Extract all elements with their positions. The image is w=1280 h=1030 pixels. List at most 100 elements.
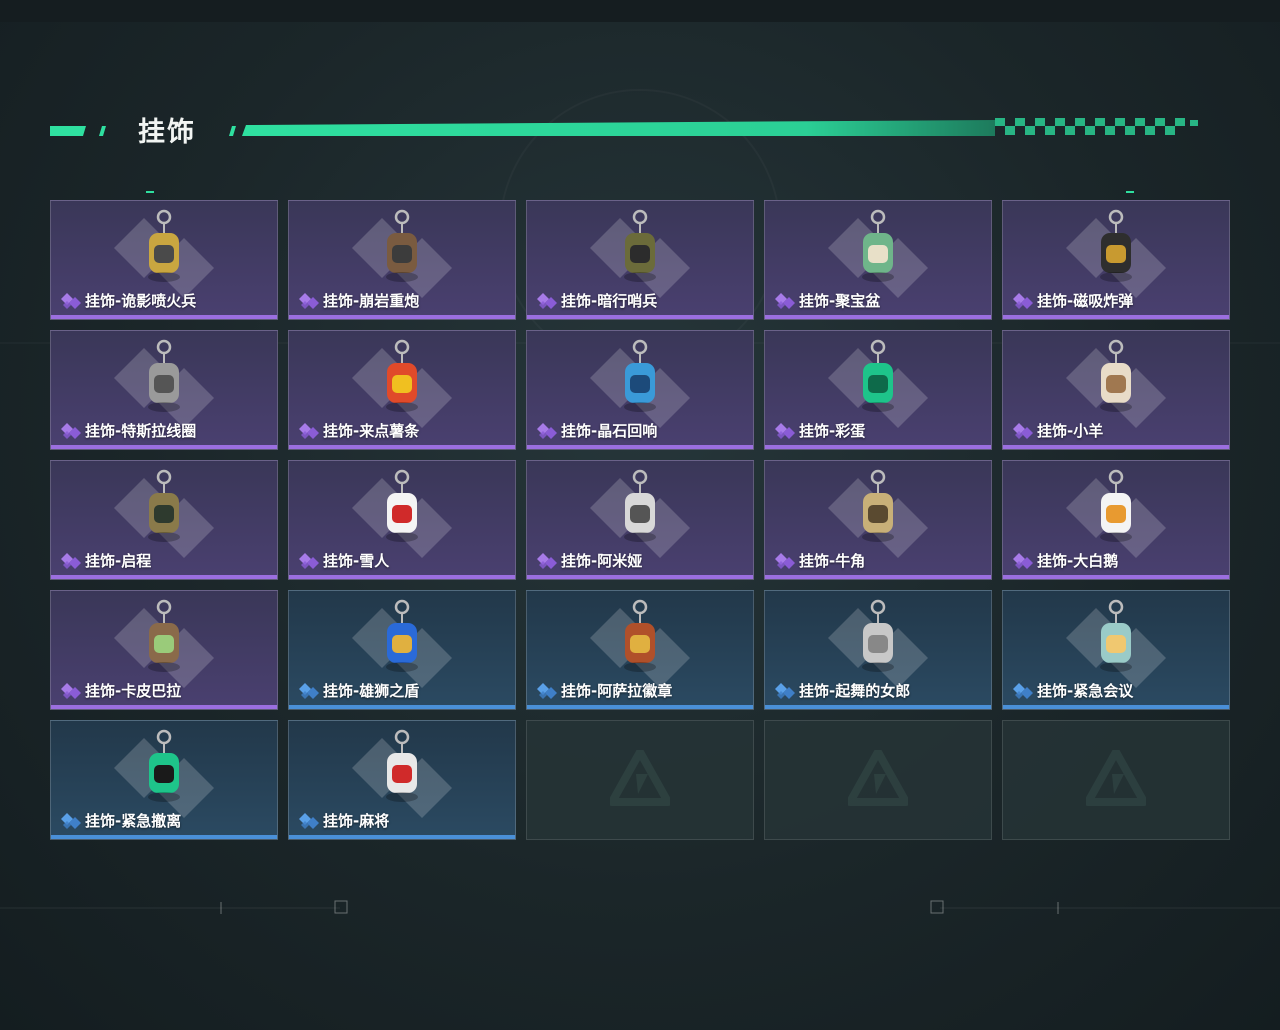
charm-name: 挂饰-起舞的女郎 — [799, 682, 911, 700]
rarity-bar — [51, 835, 277, 839]
charm-label: 挂饰-大白鹅 — [1013, 550, 1118, 571]
blue-rarity-icon — [299, 682, 319, 699]
emblem-charm-icon — [119, 465, 209, 559]
charm-card[interactable]: 挂饰-卡皮巴拉 — [50, 590, 278, 710]
purple-rarity-icon — [537, 552, 557, 569]
purple-rarity-icon — [775, 422, 795, 439]
charm-card[interactable]: 挂饰-启程 — [50, 460, 278, 580]
charm-card[interactable]: 挂饰-晶石回响 — [526, 330, 754, 450]
purple-rarity-icon — [775, 552, 795, 569]
charm-name: 挂饰-小羊 — [1037, 422, 1104, 440]
charm-name: 挂饰-启程 — [85, 552, 152, 570]
rarity-bar — [527, 575, 753, 579]
charm-label: 挂饰-牛角 — [775, 550, 865, 571]
charm-card[interactable]: 挂饰-诡影喷火兵 — [50, 200, 278, 320]
empty-slot — [1002, 720, 1230, 840]
charm-label: 挂饰-启程 — [61, 550, 151, 571]
charm-card[interactable]: 挂饰-小羊 — [1002, 330, 1230, 450]
charm-label: 挂饰-起舞的女郎 — [775, 680, 910, 701]
charm-label: 挂饰-暗行哨兵 — [537, 290, 657, 311]
horns-charm-icon — [833, 465, 923, 559]
charm-card[interactable]: 挂饰-特斯拉线圈 — [50, 330, 278, 450]
charm-name: 挂饰-阿米娅 — [561, 552, 643, 570]
rarity-bar — [289, 315, 515, 319]
lion-shield-charm-icon — [357, 595, 447, 689]
purple-rarity-icon — [1013, 422, 1033, 439]
purple-rarity-icon — [537, 292, 557, 309]
charm-name: 挂饰-雪人 — [323, 552, 390, 570]
charm-name: 挂饰-暗行哨兵 — [561, 292, 658, 310]
purple-rarity-icon — [299, 422, 319, 439]
charm-name: 挂饰-雄狮之盾 — [323, 682, 420, 700]
charm-label: 挂饰-诡影喷火兵 — [61, 290, 196, 311]
heavy-gunner-charm-icon — [357, 205, 447, 299]
charm-name: 挂饰-晶石回响 — [561, 422, 658, 440]
rarity-bar — [51, 575, 277, 579]
charm-card[interactable]: 挂饰-大白鹅 — [1002, 460, 1230, 580]
charm-name: 挂饰-牛角 — [799, 552, 866, 570]
rarity-bar — [765, 445, 991, 449]
rarity-bar — [1003, 445, 1229, 449]
charm-card[interactable]: 挂饰-雄狮之盾 — [288, 590, 516, 710]
rarity-bar — [51, 445, 277, 449]
charm-card[interactable]: 挂饰-来点薯条 — [288, 330, 516, 450]
purple-rarity-icon — [537, 422, 557, 439]
charm-name: 挂饰-聚宝盆 — [799, 292, 881, 310]
charm-card[interactable]: 挂饰-紧急撤离 — [50, 720, 278, 840]
charm-card[interactable]: 挂饰-彩蛋 — [764, 330, 992, 450]
sentinel-charm-icon — [595, 205, 685, 299]
charm-card[interactable]: 挂饰-阿萨拉徽章 — [526, 590, 754, 710]
charm-label: 挂饰-彩蛋 — [775, 420, 865, 441]
blue-rarity-icon — [61, 812, 81, 829]
charm-label: 挂饰-紧急撤离 — [61, 810, 181, 831]
charm-label: 挂饰-特斯拉线圈 — [61, 420, 196, 441]
charm-label: 挂饰-崩岩重炮 — [299, 290, 419, 311]
charm-card[interactable]: 挂饰-紧急会议 — [1002, 590, 1230, 710]
blue-rarity-icon — [299, 812, 319, 829]
purple-rarity-icon — [61, 682, 81, 699]
charm-grid: 挂饰-诡影喷火兵 挂饰-崩岩重炮 挂饰-暗行哨兵 挂饰-聚宝盆 挂饰-磁吸炸弹挂饰-特斯… — [50, 200, 1230, 840]
rarity-bar — [527, 705, 753, 709]
rarity-bar — [527, 315, 753, 319]
purple-rarity-icon — [61, 552, 81, 569]
fries-charm-icon — [357, 335, 447, 429]
charm-name: 挂饰-紧急撤离 — [85, 812, 182, 830]
purple-rarity-icon — [299, 292, 319, 309]
charm-card[interactable]: 挂饰-阿米娅 — [526, 460, 754, 580]
empty-slot-logo-icon — [846, 748, 910, 810]
charm-label: 挂饰-阿萨拉徽章 — [537, 680, 672, 701]
empty-slot — [526, 720, 754, 840]
charm-card[interactable]: 挂饰-雪人 — [288, 460, 516, 580]
charm-name: 挂饰-特斯拉线圈 — [85, 422, 197, 440]
charm-label: 挂饰-磁吸炸弹 — [1013, 290, 1133, 311]
charm-card[interactable]: 挂饰-磁吸炸弹 — [1002, 200, 1230, 320]
charm-card[interactable]: 挂饰-暗行哨兵 — [526, 200, 754, 320]
charm-label: 挂饰-小羊 — [1013, 420, 1103, 441]
soldier-charm-icon — [119, 205, 209, 299]
charm-name: 挂饰-大白鹅 — [1037, 552, 1119, 570]
charm-label: 挂饰-来点薯条 — [299, 420, 419, 441]
charm-card[interactable]: 挂饰-聚宝盆 — [764, 200, 992, 320]
rarity-bar — [289, 705, 515, 709]
charm-card[interactable]: 挂饰-崩岩重炮 — [288, 200, 516, 320]
rarity-bar — [289, 445, 515, 449]
charm-card[interactable]: 挂饰-麻将 — [288, 720, 516, 840]
treasure-bowl-charm-icon — [833, 205, 923, 299]
section-header-bar — [50, 118, 1198, 136]
purple-rarity-icon — [1013, 552, 1033, 569]
rarity-bar — [51, 705, 277, 709]
charm-label: 挂饰-晶石回响 — [537, 420, 657, 441]
charm-label: 挂饰-雄狮之盾 — [299, 680, 419, 701]
rarity-bar — [527, 445, 753, 449]
charm-card[interactable]: 挂饰-起舞的女郎 — [764, 590, 992, 710]
mahjong-charm-icon — [357, 725, 447, 819]
empty-slot-logo-icon — [1084, 748, 1148, 810]
badge-charm-icon — [595, 595, 685, 689]
charm-name: 挂饰-卡皮巴拉 — [85, 682, 182, 700]
page-title: 挂饰 — [138, 117, 196, 148]
sheep-charm-icon — [1071, 335, 1161, 429]
purple-rarity-icon — [61, 292, 81, 309]
charm-name: 挂饰-磁吸炸弹 — [1037, 292, 1134, 310]
meeting-charm-icon — [1071, 595, 1161, 689]
charm-card[interactable]: 挂饰-牛角 — [764, 460, 992, 580]
